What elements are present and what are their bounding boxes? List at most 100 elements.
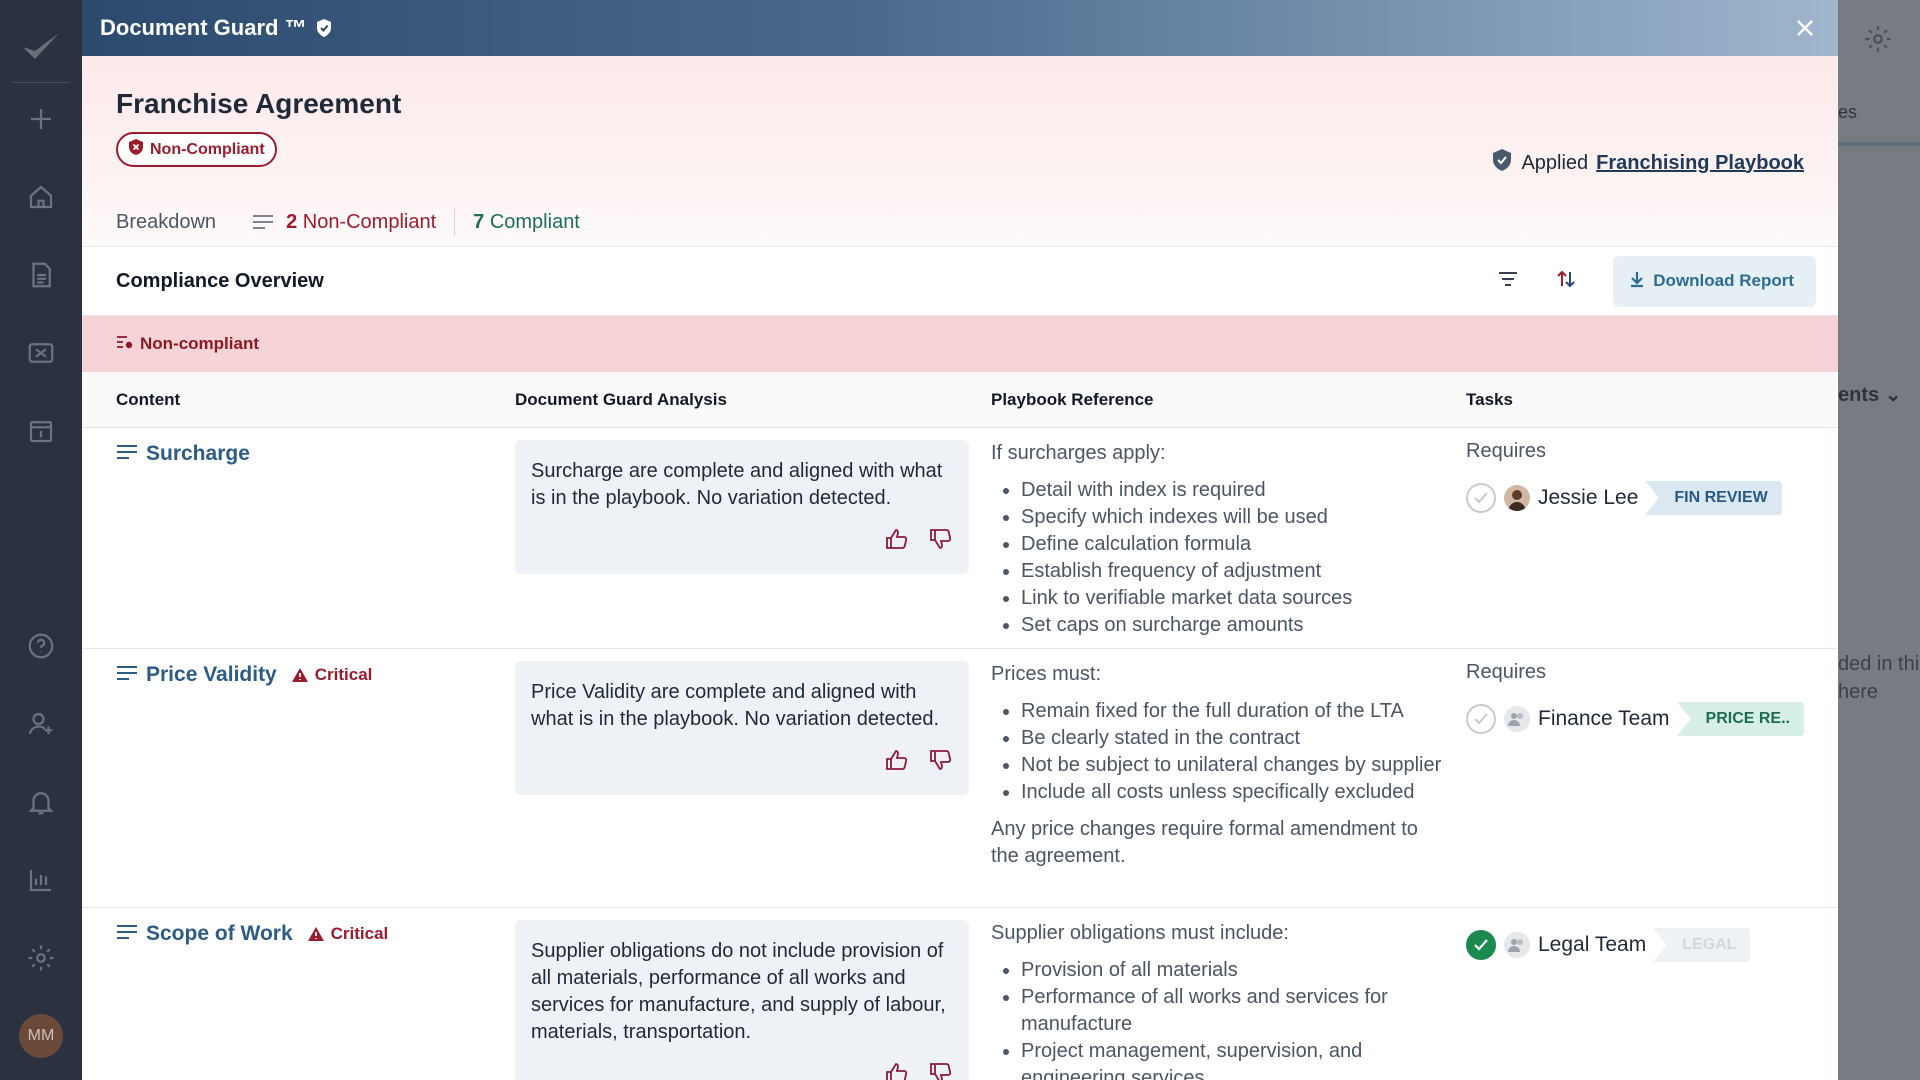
assignee-name: Finance Team bbox=[1538, 707, 1670, 730]
background-page: es ents ⌄ ded in thi here bbox=[1838, 0, 1920, 1080]
calendar-icon[interactable] bbox=[19, 409, 63, 453]
sort-icon[interactable] bbox=[1555, 268, 1577, 295]
critical-badge: Critical bbox=[291, 665, 372, 685]
applied-playbook: Applied Franchising Playbook bbox=[1491, 148, 1804, 178]
compliant-label: Compliant bbox=[489, 210, 580, 233]
playbook-intro: Prices must: bbox=[991, 663, 1102, 685]
clause-link[interactable]: Price Validity bbox=[146, 663, 277, 687]
table-header: Content Document Guard Analysis Playbook… bbox=[82, 372, 1838, 428]
document-guard-modal: Document Guard ™ Franchise Agreement Non… bbox=[82, 0, 1838, 1080]
review-icon[interactable] bbox=[19, 331, 63, 375]
app-sidebar: MM bbox=[0, 0, 82, 1080]
assignee-avatar bbox=[1504, 485, 1530, 511]
add-user-icon[interactable] bbox=[19, 702, 63, 746]
shield-icon bbox=[315, 18, 333, 38]
playbook-item: Be clearly stated in the contract bbox=[1021, 725, 1451, 752]
table-row: Surcharge Surcharge are complete and ali… bbox=[82, 428, 1838, 649]
column-content: Content bbox=[116, 389, 181, 409]
column-analysis: Document Guard Analysis bbox=[515, 389, 727, 409]
clause-link[interactable]: Surcharge bbox=[146, 442, 250, 466]
playbook-item: Performance of all works and services fo… bbox=[1021, 984, 1451, 1038]
logo-icon[interactable] bbox=[19, 26, 63, 66]
overview-title: Compliance Overview bbox=[116, 269, 324, 292]
playbook-item: Include all costs unless specifically ex… bbox=[1021, 779, 1451, 806]
task-checkbox-checked[interactable] bbox=[1466, 930, 1496, 960]
close-icon[interactable] bbox=[1790, 13, 1820, 43]
thumbs-down-icon[interactable] bbox=[929, 1062, 953, 1080]
compliant-filter[interactable]: 7 Compliant bbox=[473, 211, 580, 234]
home-icon[interactable] bbox=[19, 175, 63, 219]
table-row: Price Validity Critical Price Validity a… bbox=[82, 649, 1838, 908]
background-dropdown: ents ⌄ bbox=[1838, 382, 1901, 407]
analysis-card: Price Validity are complete and aligned … bbox=[515, 661, 969, 795]
assignee-name: Jessie Lee bbox=[1538, 486, 1639, 509]
noncompliant-section-header[interactable]: Non-compliant bbox=[82, 316, 1838, 372]
clause-lines-icon bbox=[116, 443, 138, 466]
status-badge: Non-Compliant bbox=[116, 132, 277, 167]
playbook-link[interactable]: Franchising Playbook bbox=[1596, 152, 1804, 175]
analysis-card: Supplier obligations do not include prov… bbox=[515, 920, 969, 1080]
playbook-item: Link to verifiable market data sources bbox=[1021, 585, 1451, 612]
playbook-intro: Supplier obligations must include: bbox=[991, 922, 1289, 944]
task-tag[interactable]: FIN REVIEW bbox=[1645, 481, 1782, 515]
thumbs-up-icon[interactable] bbox=[885, 749, 909, 779]
playbook-item: Project management, supervision, and eng… bbox=[1021, 1038, 1451, 1080]
background-text-line: ded in thi bbox=[1838, 653, 1920, 675]
noncompliant-label: Non-Compliant bbox=[302, 210, 437, 233]
analysis-text: Surcharge are complete and aligned with … bbox=[531, 460, 943, 509]
help-icon[interactable] bbox=[19, 624, 63, 668]
tasks-cell: Legal Team LEGAL bbox=[1466, 920, 1826, 962]
add-icon[interactable] bbox=[19, 97, 63, 141]
task-tag[interactable]: PRICE RE.. bbox=[1676, 702, 1804, 736]
background-dropdown-label: ents bbox=[1838, 384, 1880, 406]
shield-alert-icon bbox=[128, 138, 144, 161]
user-avatar[interactable]: MM bbox=[19, 1014, 63, 1058]
breakdown-label: Breakdown bbox=[116, 210, 217, 233]
task-tag[interactable]: LEGAL bbox=[1653, 928, 1751, 962]
noncompliant-list-icon bbox=[116, 334, 134, 354]
filter-icon[interactable] bbox=[1497, 270, 1519, 293]
tasks-cell: Requires Finance Team PRICE RE.. bbox=[1466, 661, 1826, 736]
playbook-note: Any price changes require formal amendme… bbox=[991, 818, 1418, 867]
documents-icon[interactable] bbox=[19, 253, 63, 297]
column-playbook: Playbook Reference bbox=[991, 389, 1154, 409]
playbook-item: Set caps on surcharge amounts bbox=[1021, 612, 1451, 639]
analysis-card: Surcharge are complete and aligned with … bbox=[515, 440, 969, 574]
playbook-list: Remain fixed for the full duration of th… bbox=[1021, 698, 1451, 806]
assignee-name: Legal Team bbox=[1538, 933, 1647, 956]
divider bbox=[454, 208, 456, 236]
status-label: Non-Compliant bbox=[150, 140, 265, 158]
background-text: ded in thi here bbox=[1838, 650, 1919, 706]
noncompliant-filter[interactable]: 2 Non-Compliant bbox=[286, 211, 436, 234]
tasks-label: Requires bbox=[1466, 661, 1547, 683]
overview-tools: Download Report bbox=[1497, 255, 1816, 307]
download-report-button[interactable]: Download Report bbox=[1613, 255, 1816, 307]
thumbs-up-icon[interactable] bbox=[885, 1062, 909, 1080]
thumbs-down-icon[interactable] bbox=[929, 749, 953, 779]
playbook-list: Detail with index is required Specify wh… bbox=[1021, 477, 1451, 639]
list-icon bbox=[252, 213, 274, 231]
noncompliant-count: 2 bbox=[286, 210, 298, 233]
gear-icon[interactable] bbox=[1863, 24, 1893, 59]
team-icon bbox=[1504, 706, 1530, 732]
playbook-item: Detail with index is required bbox=[1021, 477, 1451, 504]
bell-icon[interactable] bbox=[19, 780, 63, 824]
task-item: Jessie Lee FIN REVIEW bbox=[1466, 481, 1826, 515]
task-checkbox[interactable] bbox=[1466, 483, 1496, 513]
compliant-count: 7 bbox=[473, 210, 485, 233]
playbook-intro: If surcharges apply: bbox=[991, 442, 1166, 464]
content-cell: Surcharge bbox=[116, 442, 250, 466]
task-checkbox[interactable] bbox=[1466, 704, 1496, 734]
feedback-buttons bbox=[531, 749, 953, 779]
thumbs-up-icon[interactable] bbox=[885, 528, 909, 558]
analysis-text: Price Validity are complete and aligned … bbox=[531, 681, 940, 730]
background-tab-indicator bbox=[1838, 142, 1920, 146]
settings-icon[interactable] bbox=[19, 936, 63, 980]
overview-bar: Compliance Overview Download Report bbox=[82, 246, 1838, 316]
background-text-line: here bbox=[1838, 681, 1879, 703]
critical-badge: Critical bbox=[307, 924, 388, 944]
analytics-icon[interactable] bbox=[19, 858, 63, 902]
task-item: Legal Team LEGAL bbox=[1466, 928, 1826, 962]
thumbs-down-icon[interactable] bbox=[929, 528, 953, 558]
clause-link[interactable]: Scope of Work bbox=[146, 922, 293, 946]
